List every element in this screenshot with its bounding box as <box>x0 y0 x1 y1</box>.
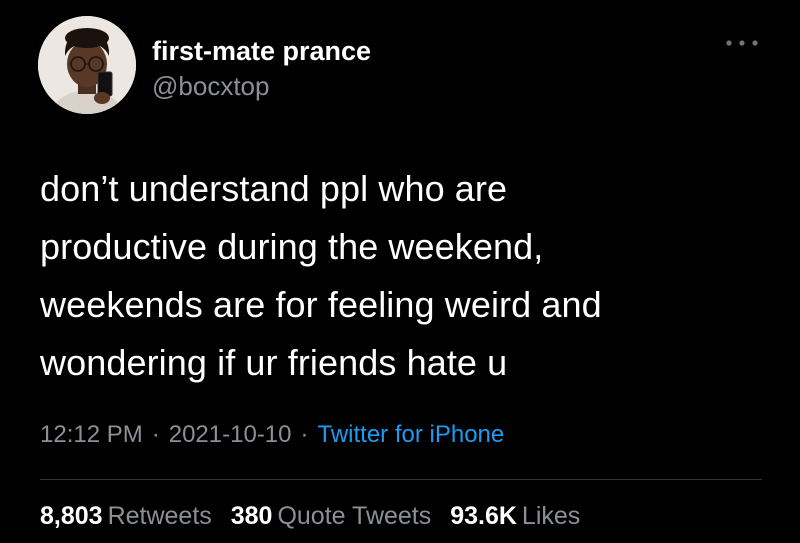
avatar-image <box>38 16 136 114</box>
separator-dot: · <box>300 421 309 448</box>
quote-tweets-stat[interactable]: 380 Quote Tweets <box>231 502 432 530</box>
retweets-count: 8,803 <box>40 502 103 530</box>
separator-dot: · <box>151 421 160 448</box>
tweet-date[interactable]: 2021-10-10 <box>169 421 292 448</box>
retweets-label: Retweets <box>107 502 212 530</box>
tweet-source-link[interactable]: Twitter for iPhone <box>318 421 505 448</box>
tweet-text-line: wondering if ur friends hate u <box>40 342 508 383</box>
likes-stat[interactable]: 93.6K Likes <box>450 502 580 530</box>
tweet-text: don’t understand ppl who are productive … <box>40 160 760 392</box>
tweet-card: first-mate prance @bocxtop don’t underst… <box>0 0 800 543</box>
quote-tweets-label: Quote Tweets <box>277 502 432 530</box>
author-handle[interactable]: @bocxtop <box>152 71 269 102</box>
more-options-button[interactable] <box>722 30 762 56</box>
ellipsis-icon <box>726 40 758 46</box>
tweet-time[interactable]: 12:12 PM <box>40 421 143 448</box>
avatar[interactable] <box>38 16 136 114</box>
divider <box>40 479 762 480</box>
quote-tweets-count: 380 <box>230 502 273 530</box>
author-display-name[interactable]: first-mate prance <box>152 36 371 67</box>
likes-count: 93.6K <box>450 502 517 530</box>
tweet-text-line: productive during the weekend, <box>40 226 544 267</box>
retweets-stat[interactable]: 8,803 Retweets <box>40 502 212 530</box>
engagement-stats: 8,803 Retweets 380 Quote Tweets 93.6K Likes <box>40 502 592 531</box>
tweet-text-line: don’t understand ppl who are <box>40 168 508 209</box>
tweet-text-line: weekends are for feeling weird and <box>40 284 602 325</box>
tweet-metadata: 12:12 PM · 2021-10-10 · Twitter for iPhone <box>40 421 504 449</box>
likes-label: Likes <box>521 502 581 530</box>
